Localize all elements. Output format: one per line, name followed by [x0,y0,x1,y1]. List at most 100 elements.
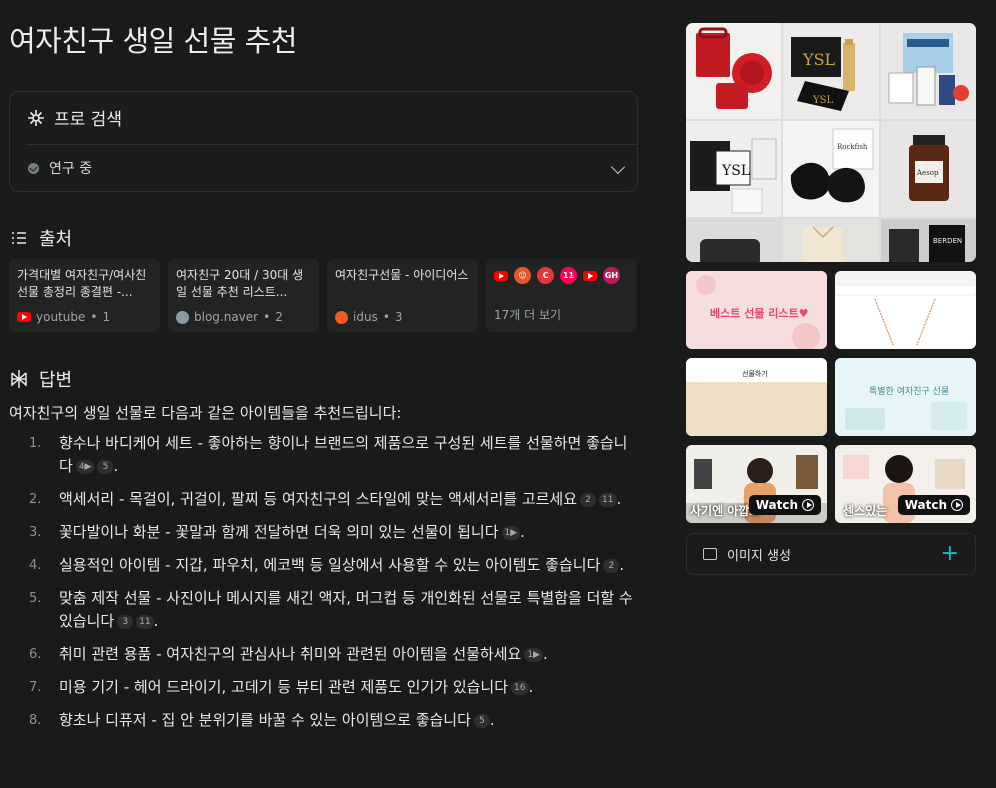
citation-badge[interactable]: 4▶ [75,460,95,474]
video-thumbnail[interactable]: 사기엔 아깝고 Watch [686,445,827,523]
product-image [880,23,976,119]
svg-text:YSL: YSL [802,50,836,69]
source-index: 1 [102,310,111,324]
svg-text:YSL: YSL [812,95,833,106]
youtube-icon [494,271,508,281]
citation-badge[interactable]: 3 [117,615,134,629]
svg-text:Rockfish: Rockfish [837,143,868,151]
idus-icon [335,310,348,324]
list-item: 7. 미용 기기 - 헤어 드라이기, 고데기 등 뷰티 관련 제품도 인기가 있… [29,676,639,699]
item-end: . [113,457,119,475]
citation-badge[interactable]: 2 [603,559,620,573]
citation-badge[interactable]: 2 [580,493,597,507]
11st-logo-icon: 11 [560,267,577,284]
chevron-down-icon[interactable] [610,159,626,175]
list-item: 5. 맞춤 제작 선물 - 사진이나 메시지를 새긴 액자, 머그컵 등 개인화된… [29,587,639,633]
citation-badge[interactable]: 16 [511,681,529,695]
citation-badge[interactable]: 1▶ [501,526,521,540]
item-number: 3. [29,525,42,540]
c-logo-icon: C [537,267,554,284]
list-item: 1. 향수나 바디케어 세트 - 좋아하는 향이나 브랜드의 제품으로 구성된 세… [29,432,639,478]
video-thumbnail[interactable]: 센스있는 Watch [835,445,976,523]
item-end: . [616,490,622,508]
citation-badge[interactable]: 11 [136,615,154,629]
item-text: 미용 기기 - 헤어 드라이기, 고데기 등 뷰티 관련 제품도 인기가 있습니… [59,678,509,696]
play-icon [802,499,814,511]
separator-dot: • [382,310,390,324]
more-sources-card[interactable]: ☺ C 11 GH 17개 더 보기 [486,259,637,332]
source-title: 여자친구 20대 / 30대 생일 선물 추천 리스트... [176,268,304,299]
item-number: 6. [29,647,42,662]
source-index: 2 [275,310,283,324]
item-number: 1. [29,436,42,451]
list-item: 6. 취미 관련 용품 - 여자친구의 관심사나 취미와 관련된 아이템을 선물하… [29,643,639,666]
watch-label: Watch [904,498,947,512]
source-meta: blog.naver • 2 [176,310,283,324]
item-end: . [619,556,625,574]
source-card[interactable]: 가격대별 여자친구/여사친 선물 총정리 종결편 -... youtube • … [9,259,160,332]
list-item: 8. 향초나 디퓨저 - 집 안 분위기를 바꿀 수 있는 아이템으로 좋습니다 5… [29,709,639,732]
pro-search-panel: 프로 검색 연구 중 [9,91,638,192]
perplexity-logo-icon [9,369,29,389]
image-gallery-main[interactable]: YSL YSL YSL Rockfish Aesop BERDEN [686,23,976,262]
youtube-icon [17,312,31,322]
image-thumbnail[interactable]: 선물하기 [686,358,827,436]
item-text: 향수나 바디케어 세트 - 좋아하는 향이나 브랜드의 제품으로 구성된 세트를… [59,434,628,475]
plus-icon[interactable]: + [941,543,959,565]
item-end: . [489,711,495,729]
check-circle-icon [28,162,39,174]
source-title: 여자친구선물 - 아이디어스 [335,268,469,282]
source-index: 3 [394,310,403,324]
list-icon [9,228,29,248]
play-icon [951,499,963,511]
citation-badge[interactable]: 1▶ [524,648,543,662]
thumbnail-caption: 특별한 여자친구 선물 [869,387,950,397]
image-thumbnail[interactable]: 특별한 여자친구 선물 [835,358,976,436]
product-image: Rockfish [783,121,879,217]
list-item: 4. 실용적인 아이템 - 지갑, 파우치, 에코백 등 일상에서 사용할 수 있… [29,554,639,577]
watch-button[interactable]: Watch [897,495,970,515]
svg-text:Aesop: Aesop [916,169,939,177]
pro-search-header: 프로 검색 [26,105,122,130]
divider [26,144,637,145]
research-status[interactable]: 연구 중 [28,158,92,178]
citation-badge[interactable]: 5 [473,714,490,728]
answer-heading-label: 답변 [39,370,73,391]
sources-heading: 출처 [9,225,72,251]
item-end: . [153,612,159,630]
youtube-icon [583,271,597,281]
item-text: 실용적인 아이템 - 지갑, 파우치, 에코백 등 일상에서 사용할 수 있는 … [59,556,601,574]
svg-text:YSL: YSL [721,163,750,179]
item-end: . [528,678,534,696]
watch-button[interactable]: Watch [748,495,821,515]
svg-text:BERDEN: BERDEN [933,237,962,245]
thumbnail-caption: 선물하기 [742,370,768,378]
answer-list: 1. 향수나 바디케어 세트 - 좋아하는 향이나 브랜드의 제품으로 구성된 세… [29,432,639,742]
item-text: 취미 관련 용품 - 여자친구의 관심사나 취미와 관련된 아이템을 선물하세요 [59,645,522,663]
more-sources-label: 17개 더 보기 [494,308,562,322]
source-site: youtube [36,310,86,324]
item-number: 5. [29,591,42,606]
generate-image-label: 이미지 생성 [727,548,791,564]
watch-label: Watch [755,498,798,512]
image-thumbnail[interactable]: 베스트 선물 리스트♥ [686,271,827,349]
source-meta: youtube • 1 [17,310,110,324]
citation-badge[interactable]: 5 [97,460,114,474]
generate-image-button[interactable]: 이미지 생성 + [686,533,976,575]
product-image: YSL [686,121,782,217]
source-card[interactable]: 여자친구 20대 / 30대 생일 선물 추천 리스트... blog.nave… [168,259,319,332]
answer-intro: 여자친구의 생일 선물로 다음과 같은 아이템들을 추천드립니다: [9,404,402,422]
product-image [783,219,879,262]
more-source-icons: ☺ C 11 GH [494,267,624,284]
citation-badge[interactable]: 11 [599,493,617,507]
image-thumbnail[interactable] [835,271,976,349]
thumbnail-caption: 베스트 선물 리스트♥ [710,307,809,320]
source-card[interactable]: 여자친구선물 - 아이디어스 idus • 3 [327,259,478,332]
item-text: 향초나 디퓨저 - 집 안 분위기를 바꿀 수 있는 아이템으로 좋습니다 [59,711,471,729]
separator-dot: • [90,310,98,324]
naver-blog-icon [176,310,189,324]
gh-logo-icon: GH [603,267,620,284]
research-status-label: 연구 중 [49,161,93,177]
item-end: . [542,645,548,663]
item-number: 8. [29,713,42,728]
